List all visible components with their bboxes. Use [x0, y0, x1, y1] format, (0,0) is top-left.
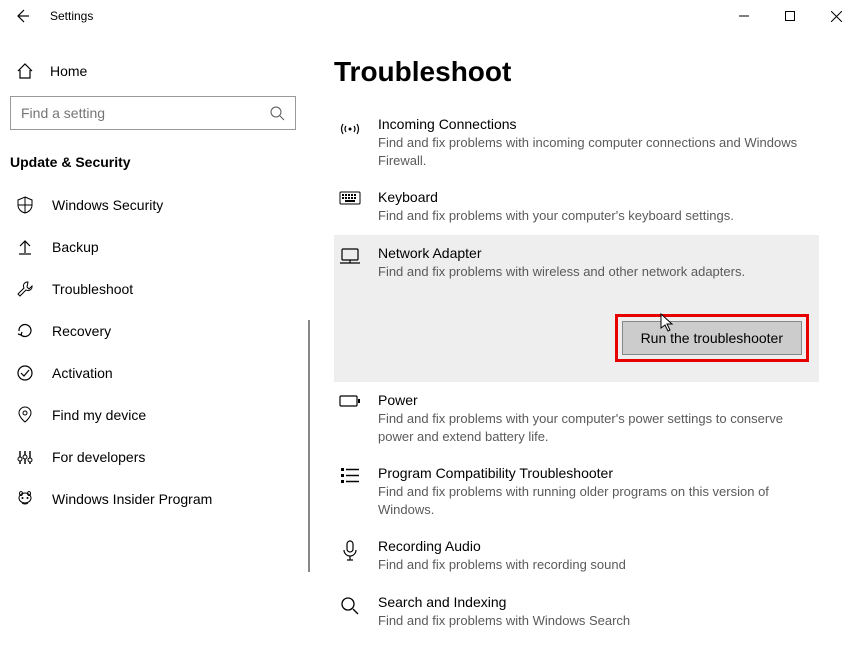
run-troubleshooter-button[interactable]: Run the troubleshooter: [622, 321, 802, 355]
home-icon: [16, 62, 34, 80]
home-button[interactable]: Home: [8, 52, 302, 90]
search-input-container[interactable]: [10, 96, 296, 130]
back-button[interactable]: [10, 4, 34, 28]
troubleshooter-recording-audio[interactable]: Recording Audio Find and fix problems wi…: [334, 528, 819, 584]
troubleshooter-desc: Find and fix problems with Windows Searc…: [378, 612, 815, 630]
check-circle-icon: [16, 364, 34, 382]
insider-icon: [16, 490, 34, 508]
network-adapter-icon: [338, 247, 362, 281]
troubleshooter-desc: Find and fix problems with incoming comp…: [378, 134, 815, 169]
sidebar-item-label: Windows Insider Program: [52, 491, 212, 507]
app-title: Settings: [50, 9, 93, 23]
page-title: Troubleshoot: [334, 56, 819, 88]
sidebar-item-label: Troubleshoot: [52, 281, 133, 297]
scrollbar[interactable]: [308, 320, 310, 572]
troubleshooter-title: Power: [378, 392, 815, 408]
sidebar-item-label: For developers: [52, 449, 145, 465]
sidebar-item-recovery[interactable]: Recovery: [8, 310, 302, 352]
troubleshooter-title: Incoming Connections: [378, 116, 815, 132]
troubleshooter-title: Recording Audio: [378, 538, 815, 554]
sidebar: Home Update & Security Windows Security …: [0, 32, 310, 649]
troubleshooter-title: Search and Indexing: [378, 594, 815, 610]
troubleshooter-desc: Find and fix problems with your computer…: [378, 410, 815, 445]
list-icon: [338, 467, 362, 518]
troubleshooter-search-indexing[interactable]: Search and Indexing Find and fix problem…: [334, 584, 819, 640]
troubleshooter-program-compatibility[interactable]: Program Compatibility Troubleshooter Fin…: [334, 455, 819, 528]
troubleshooter-title: Network Adapter: [378, 245, 815, 261]
sidebar-item-label: Backup: [52, 239, 99, 255]
sidebar-item-backup[interactable]: Backup: [8, 226, 302, 268]
troubleshooter-title: Keyboard: [378, 189, 815, 205]
troubleshooter-incoming-connections[interactable]: Incoming Connections Find and fix proble…: [334, 106, 819, 179]
backup-icon: [16, 238, 34, 256]
wrench-icon: [16, 280, 34, 298]
highlight-box: Run the troubleshooter: [615, 314, 809, 362]
sidebar-item-activation[interactable]: Activation: [8, 352, 302, 394]
sidebar-item-windows-security[interactable]: Windows Security: [8, 184, 302, 226]
sidebar-item-windows-insider[interactable]: Windows Insider Program: [8, 478, 302, 520]
sidebar-item-troubleshoot[interactable]: Troubleshoot: [8, 268, 302, 310]
troubleshooter-desc: Find and fix problems with wireless and …: [378, 263, 815, 281]
home-label: Home: [50, 63, 87, 79]
search-icon: [338, 596, 362, 630]
developers-icon: [16, 448, 34, 466]
sidebar-item-label: Recovery: [52, 323, 111, 339]
main-content: Troubleshoot Incoming Connections Find a…: [310, 32, 859, 649]
troubleshooter-power[interactable]: Power Find and fix problems with your co…: [334, 382, 819, 455]
troubleshooter-shared-folders[interactable]: Shared Folders: [334, 639, 819, 649]
shield-icon: [16, 196, 34, 214]
section-header: Update & Security: [8, 146, 302, 184]
minimize-button[interactable]: [721, 0, 767, 32]
keyboard-icon: [338, 191, 362, 225]
sidebar-item-label: Find my device: [52, 407, 146, 423]
search-input[interactable]: [21, 105, 269, 121]
search-icon: [269, 105, 285, 121]
troubleshooter-title: Program Compatibility Troubleshooter: [378, 465, 815, 481]
incoming-connections-icon: [338, 118, 362, 169]
sidebar-item-label: Activation: [52, 365, 113, 381]
troubleshooter-desc: Find and fix problems with running older…: [378, 483, 815, 518]
maximize-button[interactable]: [767, 0, 813, 32]
close-button[interactable]: [813, 0, 859, 32]
sidebar-item-for-developers[interactable]: For developers: [8, 436, 302, 478]
troubleshooter-keyboard[interactable]: Keyboard Find and fix problems with your…: [334, 179, 819, 235]
troubleshooter-desc: Find and fix problems with recording sou…: [378, 556, 815, 574]
troubleshooter-desc: Find and fix problems with your computer…: [378, 207, 815, 225]
sidebar-item-label: Windows Security: [52, 197, 163, 213]
microphone-icon: [338, 540, 362, 574]
recovery-icon: [16, 322, 34, 340]
sidebar-item-find-my-device[interactable]: Find my device: [8, 394, 302, 436]
power-icon: [338, 394, 362, 445]
location-icon: [16, 406, 34, 424]
troubleshooter-network-adapter[interactable]: Network Adapter Find and fix problems wi…: [334, 235, 819, 383]
